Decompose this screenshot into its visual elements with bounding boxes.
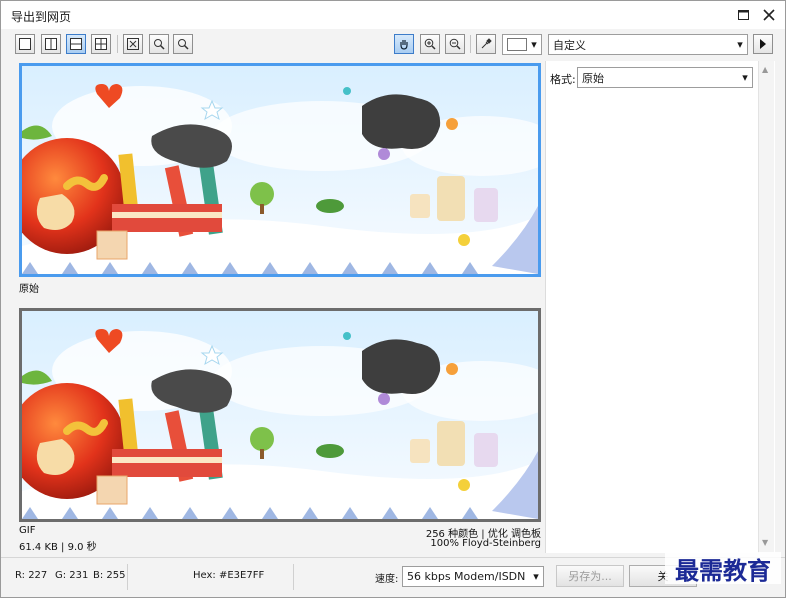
chevron-down-icon: ▾: [533, 570, 539, 583]
export-to-web-dialog: 导出到网页 ▾ 自定义 ▾ 原始 GIF 61.4 KB | 9.0 秒 256…: [0, 0, 786, 598]
cartoon-scene-image: [22, 311, 538, 519]
maximize-button[interactable]: [731, 5, 755, 25]
speed-dropdown[interactable]: 56 kbps Modem/ISDN ▾: [402, 566, 544, 587]
settings-scrollbar[interactable]: ▲ ▼: [758, 61, 774, 553]
cartoon-scene-image: [22, 66, 538, 274]
single-view-icon: [19, 38, 31, 50]
format-setting-label: 格式:: [550, 73, 576, 86]
original-preview[interactable]: [19, 63, 541, 277]
split-horizontal-button[interactable]: [66, 34, 86, 54]
close-window-button[interactable]: [757, 5, 781, 25]
zoom-actual-button[interactable]: [149, 34, 169, 54]
format-dropdown[interactable]: 原始 ▾: [577, 67, 753, 88]
format-value: 原始: [582, 71, 604, 85]
scroll-down-icon[interactable]: ▼: [762, 538, 768, 547]
blue-value: B: 255: [93, 570, 126, 581]
zoom-out-button[interactable]: [445, 34, 465, 54]
size-time-label: 61.4 KB | 9.0 秒: [19, 542, 97, 553]
status-divider: [127, 564, 128, 590]
eyedropper-icon: [481, 38, 492, 49]
color-swatch: [507, 38, 527, 51]
save-as-button[interactable]: 另存为...: [556, 565, 624, 587]
split-vertical-icon: [45, 38, 57, 50]
preset-value: 自定义: [553, 38, 586, 52]
speed-value: 56 kbps Modem/ISDN: [407, 570, 526, 583]
preview-area: 原始 GIF 61.4 KB | 9.0 秒 256 种颜色 | 优化 调色板 …: [15, 61, 545, 553]
chevron-down-icon: ▾: [742, 71, 748, 84]
save-as-label: 另存为...: [568, 570, 612, 583]
single-view-button[interactable]: [15, 34, 35, 54]
play-arrow-icon: [760, 39, 766, 49]
dither-label: 100% Floyd-Steinberg: [430, 538, 541, 549]
preset-menu-button[interactable]: [753, 34, 773, 54]
status-divider: [293, 564, 294, 590]
quad-view-button[interactable]: [91, 34, 111, 54]
chevron-down-icon: ▾: [531, 38, 537, 51]
toolbar: ▾ 自定义 ▾: [1, 29, 785, 61]
toolbar-divider: [117, 35, 118, 53]
zoom-in-button[interactable]: [420, 34, 440, 54]
maximize-icon: [737, 10, 749, 20]
original-label: 原始: [19, 284, 39, 295]
preset-dropdown[interactable]: 自定义 ▾: [548, 34, 748, 55]
split-horizontal-icon: [70, 38, 82, 50]
pan-tool-button[interactable]: [394, 34, 414, 54]
watermark-text: 最需教育: [665, 552, 781, 585]
window-title: 导出到网页: [11, 10, 72, 24]
format-label: GIF: [19, 525, 36, 536]
hex-value: Hex: #E3E7FF: [193, 570, 265, 581]
color-swatch-dropdown[interactable]: ▾: [502, 34, 542, 55]
fit-to-window-button[interactable]: [123, 34, 143, 54]
zoom-100-button[interactable]: [173, 34, 193, 54]
chevron-down-icon: ▾: [737, 38, 743, 51]
scroll-up-icon[interactable]: ▲: [762, 65, 768, 74]
zoom-in-icon: [424, 38, 436, 50]
fit-to-window-icon: [127, 38, 139, 50]
title-bar: 导出到网页: [1, 1, 785, 29]
eyedropper-button[interactable]: [476, 34, 496, 54]
green-value: G: 231: [55, 570, 89, 581]
optimized-preview[interactable]: [19, 308, 541, 522]
zoom-actual-icon: [154, 39, 165, 50]
red-value: R: 227: [15, 570, 48, 581]
hand-icon: [400, 40, 408, 50]
split-vertical-button[interactable]: [41, 34, 61, 54]
settings-panel: 格式: 原始 ▾: [545, 61, 775, 553]
zoom-out-icon: [449, 38, 461, 50]
speed-label: 速度:: [375, 574, 399, 585]
zoom-100-icon: [178, 39, 189, 50]
toolbar-divider: [470, 35, 471, 53]
close-icon: [763, 9, 775, 21]
quad-view-icon: [95, 38, 107, 50]
